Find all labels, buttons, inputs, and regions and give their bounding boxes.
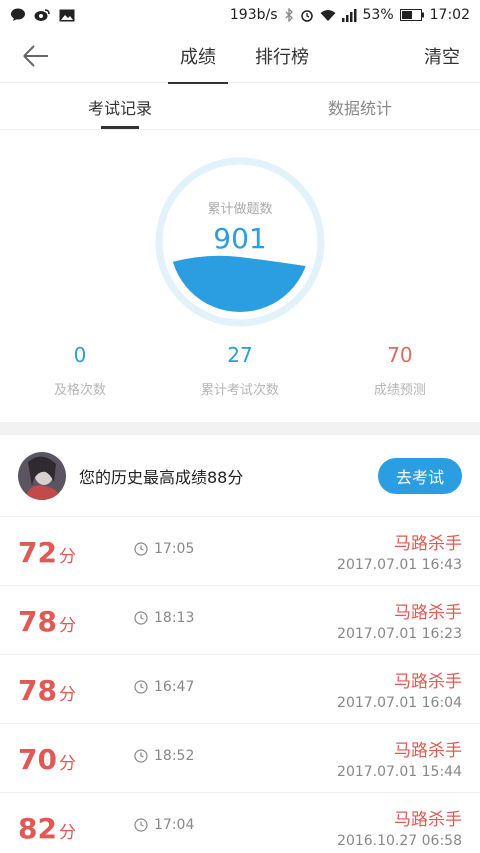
stat-value: 70 [387,343,413,367]
battery-icon [399,9,424,21]
score-unit: 分 [58,616,76,636]
duration: 18:52 [134,748,194,764]
record-title: 马路杀手 [394,603,462,623]
duration: 16:47 [134,679,194,695]
bluetooth-icon [284,8,294,22]
stat-label: 及格次数 [53,383,106,398]
score-value: 78 [18,605,57,638]
score-unit: 分 [58,547,76,567]
tab-ranking-label: 排行榜 [255,47,309,68]
duration: 18:13 [134,610,194,626]
stat-pass-count: 0 及格次数 [0,343,160,398]
score-unit: 分 [58,823,76,843]
score-value: 82 [18,812,57,845]
duration-text: 18:13 [154,610,195,626]
score: 70 分 [18,743,76,776]
status-bar-right: 193b/s 53% 17:02 [230,7,470,23]
avatar [18,451,66,500]
score: 78 分 [18,674,76,707]
stat-value: 0 [73,343,87,367]
duration-text: 17:04 [154,817,195,833]
stat-label: 累计考试次数 [200,383,279,398]
stat-value: 27 [227,343,253,367]
clear-button[interactable]: 清空 [424,43,460,69]
arrow-left-icon [23,45,48,67]
list-item[interactable]: 78 分 18:13 马路杀手 2017.07.01 16:23 [0,586,480,655]
record-title: 马路杀手 [394,810,462,830]
duration-text: 18:52 [154,748,195,764]
top-tabs: 成绩 排行榜 [0,30,480,84]
best-score-row: 您的历史最高成绩88分 去考试 [0,435,480,517]
stat-score-prediction: 70 成绩预测 [320,343,480,398]
signal-icon [341,8,357,22]
score: 72 分 [18,536,76,569]
tab-scores[interactable]: 成绩 [168,30,228,84]
score: 78 分 [18,605,76,638]
score-value: 70 [18,743,57,776]
best-score-text: 您的历史最高成绩88分 [79,467,244,487]
list-item[interactable]: 72 分 17:05 马路杀手 2017.07.01 16:43 [0,517,480,586]
header: 成绩 排行榜 清空 [0,30,480,84]
clock-icon [134,611,148,625]
list-item[interactable]: 70 分 18:52 马路杀手 2017.07.01 15:44 [0,724,480,793]
section-divider [0,422,480,435]
list-item[interactable]: 82 分 17:04 马路杀手 2016.10.27 06:58 [0,793,480,853]
stat-row: 0 及格次数 27 累计考试次数 70 成绩预测 [0,343,480,398]
tab-data-stats[interactable]: 数据统计 [240,83,480,129]
score-value: 78 [18,674,57,707]
duration: 17:05 [134,541,194,557]
record-date: 2016.10.27 06:58 [337,833,462,849]
record-title: 马路杀手 [394,741,462,761]
clock-icon [134,818,148,832]
record-date: 2017.07.01 16:23 [337,626,462,642]
gauge-label: 累计做题数 [207,202,273,217]
clock-icon [134,542,148,556]
score: 82 分 [18,812,76,845]
wifi-icon [320,9,336,22]
score-unit: 分 [58,685,76,705]
stat-label: 成绩预测 [373,383,426,398]
image-icon [59,9,75,22]
tab-ranking[interactable]: 排行榜 [254,30,310,82]
alarm-icon [300,8,314,22]
clock-icon [134,749,148,763]
back-button[interactable] [20,40,54,72]
clock-icon [134,680,148,694]
duration-text: 17:05 [154,541,195,557]
records-list: 72 分 17:05 马路杀手 2017.07.01 16:43 78 分 18:1… [0,517,480,853]
chat-icon [10,8,26,22]
record-date: 2017.07.01 16:04 [337,695,462,711]
stats-panel: 累计做题数 901 0 及格次数 27 累计考试次数 70 成绩预测 [0,130,480,422]
clock: 17:02 [429,7,470,23]
record-date: 2017.07.01 16:43 [337,557,462,573]
battery-percent: 53% [362,7,394,23]
weibo-icon [34,8,51,22]
record-title: 马路杀手 [394,672,462,692]
status-bar: 193b/s 53% 17:02 [0,0,480,30]
tab-exam-records[interactable]: 考试记录 [0,83,240,129]
record-date: 2017.07.01 15:44 [337,764,462,780]
gauge-value: 901 [213,222,267,255]
network-speed: 193b/s [229,7,278,23]
list-item[interactable]: 78 分 16:47 马路杀手 2017.07.01 16:04 [0,655,480,724]
stat-exam-count: 27 累计考试次数 [160,343,320,398]
duration-text: 16:47 [154,679,195,695]
take-exam-button[interactable]: 去考试 [378,457,462,494]
score-unit: 分 [58,754,76,774]
record-title: 马路杀手 [394,534,462,554]
status-bar-left [10,8,75,22]
duration: 17:04 [134,817,194,833]
sub-tabs: 考试记录 数据统计 [0,82,480,130]
tab-scores-label: 成绩 [180,47,216,68]
score-value: 72 [18,536,57,569]
